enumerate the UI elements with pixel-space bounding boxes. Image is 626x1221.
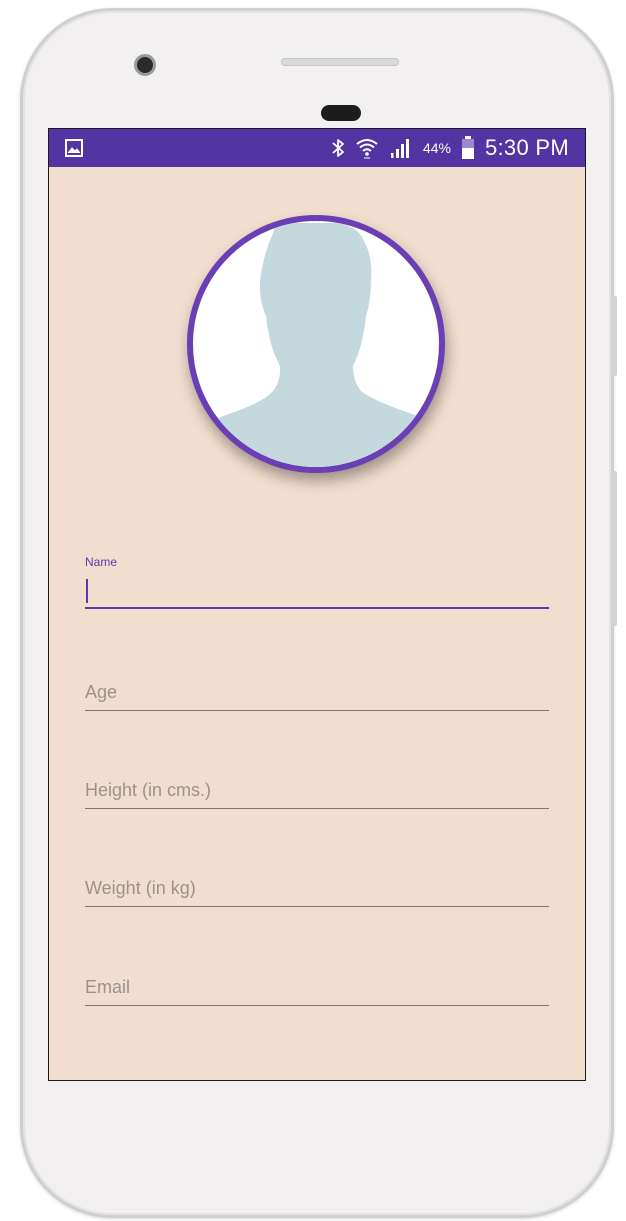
earpiece-speaker [281,58,399,66]
person-silhouette-icon [193,223,439,467]
name-input[interactable] [85,579,549,609]
front-camera [134,54,156,76]
email-field [85,976,549,1008]
height-field [85,779,549,811]
weight-input[interactable] [85,877,549,907]
name-label: Name [85,555,118,569]
proximity-sensor [321,105,361,121]
battery-icon [461,136,474,159]
app-screen: 44% 5:30 PM Name [48,128,586,1081]
age-field [85,681,549,713]
status-time: 5:30 PM [484,135,569,160]
age-input[interactable] [85,681,549,711]
bluetooth-icon [332,139,344,157]
weight-field [85,877,549,909]
wifi-icon [356,139,378,159]
image-notification-icon [65,139,83,157]
email-input[interactable] [85,976,549,1006]
text-cursor [86,579,88,603]
profile-avatar[interactable] [187,215,445,473]
power-button [611,296,617,376]
volume-button [611,471,617,626]
status-bar: 44% 5:30 PM [49,129,585,167]
signal-icon [390,139,409,158]
name-field: Name [85,555,549,613]
height-input[interactable] [85,779,549,809]
battery-percent: 44% [422,140,451,156]
status-icons: 44% 5:30 PM [331,129,569,167]
